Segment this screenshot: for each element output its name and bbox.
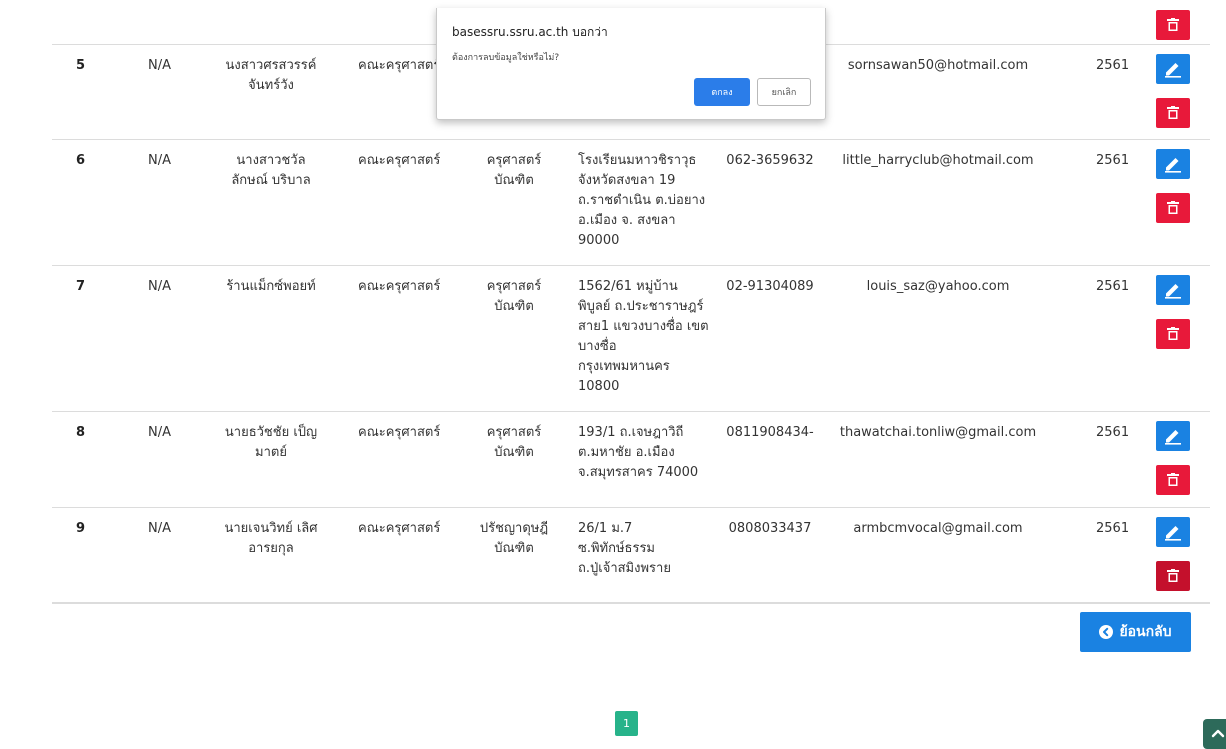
table-row: 8 N/A นายธวัชชัย เป็ญ มาตย์ คณะครุศาสตร์… — [52, 412, 1210, 508]
email: armbcmvocal@gmail.com — [853, 521, 1023, 536]
student-id: N/A — [148, 279, 171, 294]
delete-button[interactable] — [1156, 465, 1190, 495]
pencil-icon — [1165, 284, 1181, 299]
address: โรงเรียนมหาวชิราวุธ จังหวัดสงขลา 19 ถ.รา… — [578, 153, 706, 248]
person-name: นายเจนวิทย์ เลิศ อารยกุล — [224, 521, 318, 556]
trash-icon — [1167, 201, 1179, 214]
row-number: 9 — [76, 521, 86, 536]
year: 2561 — [1096, 153, 1130, 168]
chevron-circle-left-icon — [1099, 625, 1114, 639]
trash-icon — [1167, 473, 1179, 486]
table-row: 6 N/A นางสาวชวัล ลักษณ์ บริบาล คณะครุศาส… — [52, 140, 1210, 266]
table-row: 9 N/A นายเจนวิทย์ เลิศ อารยกุล คณะครุศาส… — [52, 508, 1210, 604]
email: little_harryclub@hotmail.com — [842, 153, 1034, 168]
delete-button[interactable] — [1156, 193, 1190, 223]
pencil-icon — [1165, 526, 1181, 541]
email: louis_saz@yahoo.com — [866, 279, 1010, 294]
row-number: 7 — [76, 279, 86, 294]
student-id: N/A — [148, 58, 171, 73]
edit-button[interactable] — [1156, 275, 1190, 305]
faculty: คณะครุศาสตร์ — [358, 153, 441, 168]
row-number: 5 — [76, 58, 86, 73]
trash-icon — [1167, 106, 1179, 119]
year: 2561 — [1096, 279, 1130, 294]
person-name: นางสาวชวัล ลักษณ์ บริบาล — [231, 153, 311, 188]
dialog-message: ต้องการลบข้อมูลใช่หรือไม่? — [452, 53, 560, 63]
dialog-ok-button[interactable]: ตกลง — [694, 78, 750, 106]
student-id: N/A — [148, 521, 171, 536]
address: 193/1 ถ.เจษฎาวิถี ต.มหาชัย อ.เมือง จ.สมุ… — [578, 425, 699, 480]
phone: 02-91304089 — [726, 279, 814, 294]
student-id: N/A — [148, 153, 171, 168]
edit-button[interactable] — [1156, 421, 1190, 451]
year: 2561 — [1096, 521, 1130, 536]
email: thawatchai.tonliw@gmail.com — [839, 425, 1037, 440]
trash-icon — [1167, 18, 1179, 31]
chevron-up-icon — [1211, 729, 1225, 738]
dialog-cancel-button[interactable]: ยกเลิก — [757, 78, 811, 106]
phone: 0808033437 — [728, 521, 812, 536]
degree: ครุศาสตร์ บัณฑิต — [486, 153, 542, 188]
dialog-title: basessru.ssru.ac.th บอกว่า — [452, 25, 608, 39]
degree: ปรัชญาดุษฎี บัณฑิต — [479, 521, 549, 556]
edit-button[interactable] — [1156, 149, 1190, 179]
faculty: คณะครุศาสตร์ — [358, 279, 441, 294]
delete-button[interactable] — [1156, 10, 1190, 40]
pencil-icon — [1165, 63, 1181, 78]
table-row: 7 N/A ร้านแม็กซ์พอยท์ คณะครุศาสตร์ ครุศา… — [52, 266, 1210, 412]
row-number: 6 — [76, 153, 86, 168]
faculty: คณะครุศาสตร์ — [358, 521, 441, 536]
degree: ครุศาสตร์ บัณฑิต — [486, 279, 542, 314]
edit-button[interactable] — [1156, 54, 1190, 84]
person-name: นงสาวศรสวรรค์ จันทร์วัง — [225, 58, 317, 93]
row-number: 8 — [76, 425, 86, 440]
faculty: คณะครุศาสตร์ — [358, 425, 441, 440]
delete-button[interactable] — [1156, 319, 1190, 349]
pencil-icon — [1165, 158, 1181, 173]
address: 26/1 ม.7 ซ.พิทักษ์ธรรม ถ.ปู่เจ้าสมิงพราย — [578, 521, 671, 576]
year: 2561 — [1096, 58, 1130, 73]
degree: ครุศาสตร์ บัณฑิต — [486, 425, 542, 460]
scroll-to-top-button[interactable] — [1203, 719, 1226, 749]
phone: 062-3659632 — [726, 153, 814, 168]
person-name: ร้านแม็กซ์พอยท์ — [226, 279, 316, 294]
trash-icon — [1167, 569, 1179, 582]
edit-button[interactable] — [1156, 517, 1190, 547]
back-button-label: ย้อนกลับ — [1119, 624, 1172, 640]
student-id: N/A — [148, 425, 171, 440]
back-button[interactable]: ย้อนกลับ — [1080, 612, 1191, 652]
person-name: นายธวัชชัย เป็ญ มาตย์ — [224, 425, 318, 460]
confirm-dialog: basessru.ssru.ac.th บอกว่า ต้องการลบข้อม… — [436, 8, 826, 120]
phone: 0811908434- — [726, 425, 814, 440]
address: 1562/61 หมู่บ้านพิบูลย์ ถ.ประชาราษฎร์ สา… — [578, 279, 709, 394]
year: 2561 — [1096, 425, 1130, 440]
pencil-icon — [1165, 430, 1181, 445]
email: sornsawan50@hotmail.com — [847, 58, 1029, 73]
delete-button[interactable] — [1156, 98, 1190, 128]
pagination-page-button[interactable]: 1 — [615, 711, 638, 736]
trash-icon — [1167, 327, 1179, 340]
delete-button[interactable] — [1156, 561, 1190, 591]
